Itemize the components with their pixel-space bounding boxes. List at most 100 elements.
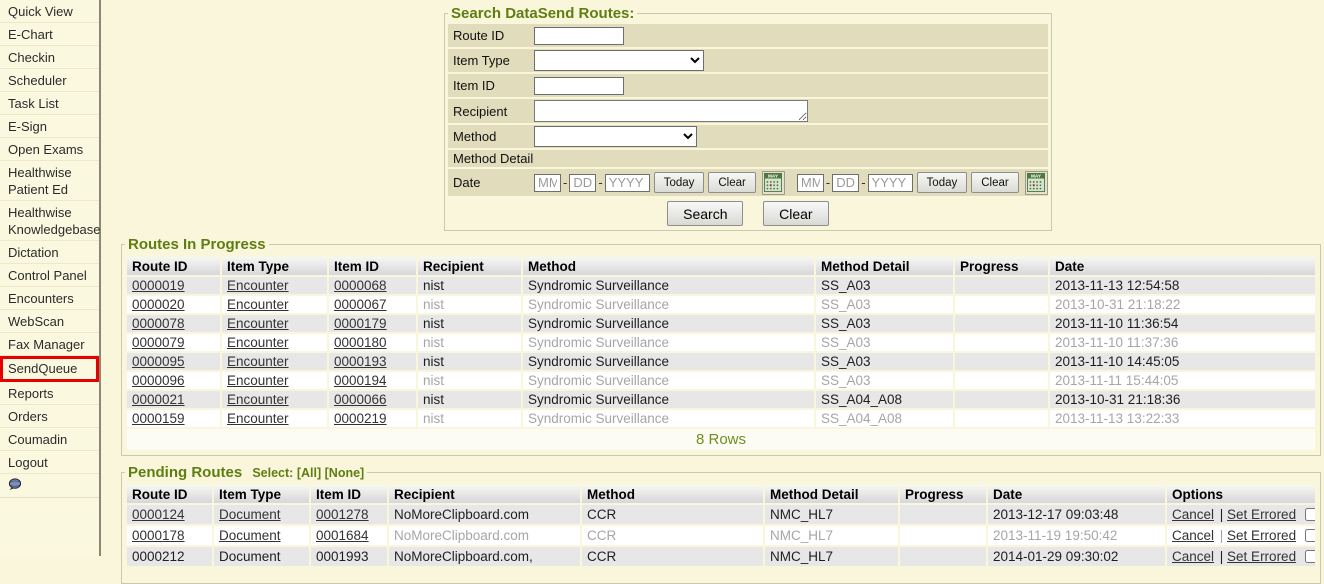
cell-date: 2013-10-31 21:18:22	[1050, 296, 1315, 313]
sidebar-item-healthwise-knowledgebase[interactable]: Healthwise Knowledgebase	[0, 201, 99, 241]
method-select[interactable]	[534, 126, 697, 147]
route-id-link[interactable]: 0000159	[132, 411, 185, 426]
set-errored-checkbox[interactable]	[1305, 550, 1315, 563]
sidebar-item-orders[interactable]: Orders	[0, 405, 99, 428]
calendar-icon: MAY	[764, 173, 782, 192]
item-type-link[interactable]: Encounter	[227, 278, 289, 293]
cell-method: Syndromic Surveillance	[523, 410, 814, 427]
item-type-link[interactable]: Document	[219, 507, 281, 522]
item-type-link[interactable]: Encounter	[227, 316, 289, 331]
item-id-link[interactable]: 0001278	[316, 507, 369, 522]
item-type-link[interactable]: Encounter	[227, 411, 289, 426]
date-to-today-button[interactable]: Today	[917, 172, 968, 193]
sidebar-item-encounters[interactable]: Encounters	[0, 287, 99, 310]
item-id-input[interactable]	[534, 77, 624, 95]
date-separator: -	[826, 175, 830, 190]
cancel-link[interactable]: Cancel	[1172, 549, 1214, 564]
cell-progress	[955, 334, 1048, 351]
recipient-textarea[interactable]	[534, 100, 808, 122]
set-errored-link[interactable]: Set Errored	[1227, 528, 1296, 543]
sidebar-item-dictation[interactable]: Dictation	[0, 241, 99, 264]
item-type-link[interactable]: Encounter	[227, 392, 289, 407]
recipient-label: Recipient	[453, 104, 534, 119]
set-errored-checkbox[interactable]	[1305, 508, 1315, 521]
search-button[interactable]: Search	[667, 201, 743, 226]
route-id-link[interactable]: 0000021	[132, 392, 185, 407]
route-id-link[interactable]: 0000019	[132, 278, 185, 293]
routes-in-progress-table: Route IDItem TypeItem IDRecipientMethodM…	[125, 255, 1317, 452]
sidebar-item-task-list[interactable]: Task List	[0, 92, 99, 115]
route-id-link[interactable]: 0000078	[132, 316, 185, 331]
date-from-day-input[interactable]	[569, 174, 596, 192]
item-type-link[interactable]: Encounter	[227, 373, 289, 388]
sidebar-item-healthwise-patient-ed[interactable]: Healthwise Patient Ed	[0, 161, 99, 201]
method-detail-label: Method Detail	[453, 151, 534, 166]
set-errored-checkbox[interactable]	[1305, 529, 1315, 542]
column-header-method-detail: Method Detail	[816, 257, 953, 275]
item-type-link[interactable]: Encounter	[227, 354, 289, 369]
date-to-day-input[interactable]	[832, 174, 859, 192]
item-id-link[interactable]: 0000194	[334, 373, 387, 388]
sidebar-item-scheduler[interactable]: Scheduler	[0, 69, 99, 92]
sidebar-item-sendqueue[interactable]: SendQueue	[0, 356, 99, 382]
cell-item-type: Encounter	[222, 315, 327, 332]
cell-recipient: nist	[418, 353, 521, 370]
date-to-year-input[interactable]	[868, 174, 913, 192]
messenger-icon[interactable]	[8, 478, 22, 494]
route-id-input[interactable]	[534, 27, 624, 45]
date-from-month-input[interactable]	[534, 174, 561, 192]
search-form: Search DataSend Routes: Route ID Item Ty…	[444, 5, 1052, 231]
set-errored-link[interactable]: Set Errored	[1227, 549, 1296, 564]
route-id-link[interactable]: 0000178	[132, 528, 185, 543]
table-row: 0000020Encounter0000067nistSyndromic Sur…	[127, 296, 1315, 313]
sidebar-item-webscan[interactable]: WebScan	[0, 310, 99, 333]
date-from-clear-button[interactable]: Clear	[708, 172, 755, 193]
cell-recipient: nist	[418, 391, 521, 408]
cell-progress	[955, 372, 1048, 389]
sidebar-item-control-panel[interactable]: Control Panel	[0, 264, 99, 287]
item-id-link[interactable]: 0000068	[334, 278, 387, 293]
item-id-link[interactable]: 0001684	[316, 528, 369, 543]
item-id-link[interactable]: 0000179	[334, 316, 387, 331]
select-none-link[interactable]: [None]	[325, 466, 365, 480]
sidebar-item-e-sign[interactable]: E-Sign	[0, 115, 99, 138]
date-to-calendar-button[interactable]: MAY	[1025, 171, 1048, 195]
sidebar-item-reports[interactable]: Reports	[0, 382, 99, 405]
route-id-link[interactable]: 0000124	[132, 507, 185, 522]
route-id-link[interactable]: 0000079	[132, 335, 185, 350]
item-id-link[interactable]: 0000066	[334, 392, 387, 407]
item-id-link[interactable]: 0000219	[334, 411, 387, 426]
select-all-link[interactable]: [All]	[297, 466, 321, 480]
item-type-link[interactable]: Encounter	[227, 297, 289, 312]
cancel-link[interactable]: Cancel	[1172, 507, 1214, 522]
clear-button[interactable]: Clear	[763, 201, 828, 226]
cancel-link[interactable]: Cancel	[1172, 528, 1214, 543]
table-row: 0000096Encounter0000194nistSyndromic Sur…	[127, 372, 1315, 389]
cell-recipient: nist	[418, 372, 521, 389]
item-type-link[interactable]: Document	[219, 528, 281, 543]
date-from-year-input[interactable]	[605, 174, 650, 192]
item-id-link[interactable]: 0000067	[334, 297, 387, 312]
sidebar-item-label: Coumadin	[8, 432, 67, 447]
date-to-clear-button[interactable]: Clear	[971, 172, 1018, 193]
sidebar-item-quick-view[interactable]: Quick View	[0, 0, 99, 23]
sidebar-item-e-chart[interactable]: E-Chart	[0, 23, 99, 46]
sidebar-item-open-exams[interactable]: Open Exams	[0, 138, 99, 161]
date-from-today-button[interactable]: Today	[654, 172, 705, 193]
sidebar-item-label: WebScan	[8, 314, 64, 329]
set-errored-link[interactable]: Set Errored	[1227, 507, 1296, 522]
sidebar-item-fax-manager[interactable]: Fax Manager	[0, 333, 99, 356]
item-id-link[interactable]: 0000193	[334, 354, 387, 369]
route-id-link[interactable]: 0000095	[132, 354, 185, 369]
cell-options: Cancel | Set Errored	[1167, 505, 1315, 524]
date-from-calendar-button[interactable]: MAY	[762, 171, 785, 195]
item-id-link[interactable]: 0000180	[334, 335, 387, 350]
route-id-link[interactable]: 0000020	[132, 297, 185, 312]
item-type-select[interactable]	[534, 50, 704, 71]
item-type-link[interactable]: Encounter	[227, 335, 289, 350]
sidebar-item-checkin[interactable]: Checkin	[0, 46, 99, 69]
date-to-month-input[interactable]	[797, 174, 824, 192]
sidebar-item-coumadin[interactable]: Coumadin	[0, 428, 99, 451]
sidebar-item-logout[interactable]: Logout	[0, 451, 99, 474]
route-id-link[interactable]: 0000096	[132, 373, 185, 388]
